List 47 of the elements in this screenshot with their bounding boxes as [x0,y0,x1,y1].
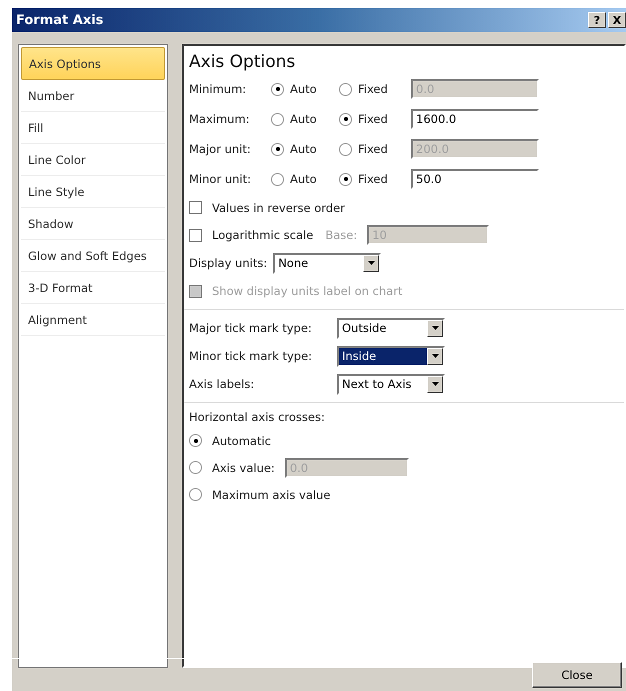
tick-dropdown[interactable]: Next to Axis [337,374,445,394]
tick-dropdown[interactable]: Inside [337,346,445,366]
help-button[interactable]: ? [588,12,606,28]
fixed-radio[interactable]: Fixed [339,172,411,186]
reverse-order-checkbox[interactable]: Values in reverse order [189,200,345,214]
display-units-dropdown[interactable]: None [273,252,382,274]
input-field[interactable]: 1600.0 [411,109,539,129]
close-button[interactable]: Close [532,662,622,688]
fixed-radio[interactable]: Fixed [339,142,411,156]
crosses-radio[interactable]: Axis value: [189,460,275,474]
sidebar-item[interactable]: 3-D Format [21,272,165,304]
log-scale-checkbox[interactable]: Logarithmic scale [189,228,314,242]
field-label: Major unit: [189,142,252,156]
base-label: Base: [325,228,358,242]
caret-icon [432,326,438,330]
sidebar-item[interactable]: Line Color [21,144,165,176]
sidebar-item[interactable]: Line Style [21,176,165,208]
crosses-radio[interactable]: Maximum axis value [189,488,330,502]
panel-heading: Axis Options [189,52,296,72]
sidebar-item[interactable]: Number [21,80,165,112]
sidebar-item[interactable]: Axis Options [21,47,165,80]
field-label: Display units: [189,256,268,270]
auto-radio[interactable]: Auto [271,172,339,186]
field-label: Minor unit: [189,172,252,186]
close-button[interactable]: X [608,12,626,28]
auto-radio[interactable]: Auto [271,142,339,156]
tick-dropdown[interactable]: Outside [337,318,445,338]
fixed-radio[interactable]: Fixed [339,82,411,96]
sidebar-item[interactable]: Fill [21,112,165,144]
sidebar-item[interactable]: Shadow [21,208,165,240]
auto-radio[interactable]: Auto [271,82,339,96]
field-label: Minimum: [189,82,248,96]
window-title: Format Axis [16,12,104,28]
section-label: Horizontal axis crosses: [189,410,325,424]
sidebar-item[interactable]: Alignment [21,304,165,336]
fixed-radio[interactable]: Fixed [339,112,411,126]
auto-radio[interactable]: Auto [271,112,339,126]
caret-icon [432,354,438,358]
caret-icon [432,382,438,386]
field-label: Minor tick mark type: [189,349,314,363]
field-label: Major tick mark type: [189,321,313,335]
caret-icon [368,261,375,265]
field-label: Maximum: [189,112,251,126]
field-label: Axis labels: [189,377,256,391]
crosses-radio[interactable]: Automatic [189,434,271,448]
input-field[interactable]: 50.0 [411,169,539,189]
sidebar-item[interactable]: Glow and Soft Edges [21,240,165,272]
